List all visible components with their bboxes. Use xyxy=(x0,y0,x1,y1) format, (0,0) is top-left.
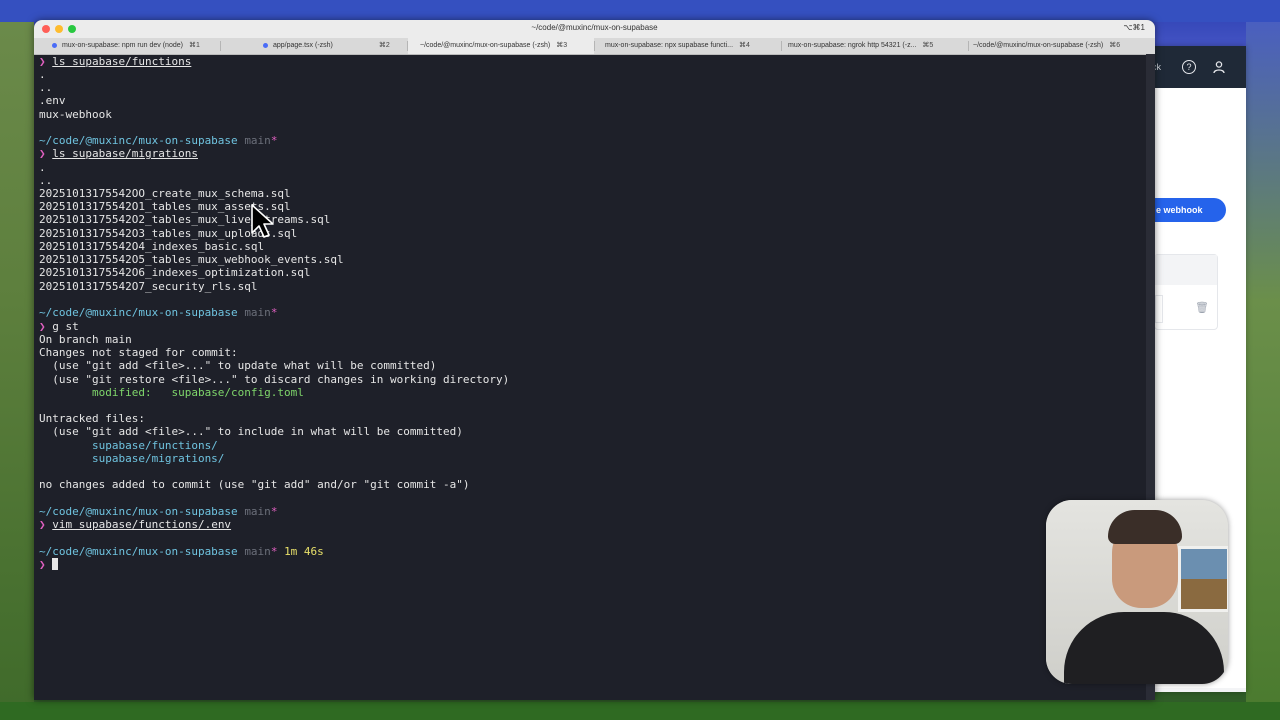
output-line: 20251013175542O4_indexes_basic.sql xyxy=(39,240,265,253)
output-line: (use "git restore <file>..." to discard … xyxy=(39,373,510,386)
wall-picture xyxy=(1178,546,1228,612)
tab-1[interactable]: mux-on-supabase: npm run dev (node) ⌘1 xyxy=(34,38,220,54)
tab-bar: mux-on-supabase: npm run dev (node) ⌘1 ap… xyxy=(34,38,1155,55)
help-icon[interactable]: ? xyxy=(1182,60,1196,74)
tab-label: mux-on-supabase: npm run dev (node) xyxy=(61,42,183,49)
tab-label: app/page.tsx (-zsh) xyxy=(272,42,333,49)
prompt-path-line: ~/code/@muxinc/mux-on-supabase main* xyxy=(39,505,277,518)
window-shortcut: ⌥⌘1 xyxy=(1123,23,1145,32)
desktop-wallpaper-top xyxy=(0,0,1280,22)
prompt-branch: main xyxy=(244,545,271,558)
card-header xyxy=(1155,255,1217,285)
presenter-hair xyxy=(1108,510,1182,544)
desktop-wallpaper-left xyxy=(0,22,34,720)
modified-file: supabase/config.toml xyxy=(171,386,304,399)
user-icon[interactable] xyxy=(1212,60,1226,74)
output-line: mux-webhook xyxy=(39,108,112,121)
command-text: g st xyxy=(52,320,79,333)
command-text: ls supabase/functions xyxy=(52,55,192,68)
output-line: (use "git add <file>..." to include in w… xyxy=(39,425,463,438)
prompt-path: ~/code/@muxinc/mux-on-supabase xyxy=(39,306,238,319)
trash-icon[interactable]: 🗑 xyxy=(1195,301,1209,314)
browser-header: ck ? xyxy=(1140,46,1246,88)
webhook-card: 🗑 xyxy=(1154,254,1218,330)
tab-label: ~/code/@muxinc/mux-on-supabase (-zsh) xyxy=(973,42,1104,49)
untracked-file: supabase/functions/ xyxy=(39,439,218,452)
command-line: ❯ ls supabase/functions xyxy=(39,55,191,68)
output-line: no changes added to commit (use "git add… xyxy=(39,478,470,491)
tab-3[interactable]: ~/code/@muxinc/mux-on-supabase (-zsh) ⌘3 xyxy=(408,38,594,54)
output-line: .env xyxy=(39,94,66,107)
output-line: 20251013175542O6_indexes_optimization.sq… xyxy=(39,266,311,279)
prompt-branch: main xyxy=(244,306,271,319)
prompt-branch: main xyxy=(244,505,271,518)
prompt-path-line: ~/code/@muxinc/mux-on-supabase main* xyxy=(39,134,277,147)
output-line: .. xyxy=(39,174,53,187)
prompt-symbol: ❯ xyxy=(39,518,46,531)
modified-line: modified: supabase/config.toml xyxy=(39,386,304,399)
webcam-overlay xyxy=(1046,500,1228,684)
prompt-symbol: ❯ xyxy=(39,558,46,571)
prompt-path: ~/code/@muxinc/mux-on-supabase xyxy=(39,134,238,147)
window-title: ~/code/@muxinc/mux-on-supabase xyxy=(531,23,658,32)
prompt-symbol: ❯ xyxy=(39,320,46,333)
desktop-wallpaper-right xyxy=(1246,22,1280,720)
tab-shortcut: ⌘4 xyxy=(739,42,750,49)
tab-activity-dot xyxy=(52,42,57,48)
tab-4[interactable]: mux-on-supabase: npx supabase functi... ⌘… xyxy=(595,38,781,54)
tab-label: mux-on-supabase: ngrok http 54321 (-z... xyxy=(788,42,917,49)
output-line: 20251013175542O2_tables_mux_live_streams… xyxy=(39,213,331,226)
prompt-path: ~/code/@muxinc/mux-on-supabase xyxy=(39,545,238,558)
command-line: ❯ ls supabase/migrations xyxy=(39,147,198,160)
command-text: vim supabase/functions/.env xyxy=(52,518,232,531)
mouse-pointer-icon xyxy=(251,204,274,238)
tab-5[interactable]: mux-on-supabase: ngrok http 54321 (-z...… xyxy=(782,38,968,54)
tab-2[interactable]: app/page.tsx (-zsh) ⌘2 xyxy=(221,38,407,54)
output-line: 20251013175542O5_tables_mux_webhook_even… xyxy=(39,253,344,266)
tab-6[interactable]: ~/code/@muxinc/mux-on-supabase (-zsh) ⌘6 xyxy=(969,38,1155,54)
output-line: Changes not staged for commit: xyxy=(39,346,238,359)
command-text: ls supabase/migrations xyxy=(52,147,198,160)
tab-shortcut: ⌘2 xyxy=(378,42,390,49)
picture-sky xyxy=(1181,549,1227,579)
output-line: 20251013175542O7_security_rls.sql xyxy=(39,280,258,293)
tab-activity-dot xyxy=(263,42,268,48)
tab-shortcut: ⌘3 xyxy=(556,42,568,49)
prompt-path: ~/code/@muxinc/mux-on-supabase xyxy=(39,505,238,518)
output-line: . xyxy=(39,68,46,81)
prompt-symbol: ❯ xyxy=(39,55,46,68)
prompt-branch: main xyxy=(244,134,271,147)
output-line: Untracked files: xyxy=(39,412,145,425)
tab-shortcut: ⌘5 xyxy=(922,42,934,49)
output-line: . xyxy=(39,161,46,174)
output-line: On branch main xyxy=(39,333,132,346)
prompt-path-line: ~/code/@muxinc/mux-on-supabase main* xyxy=(39,306,277,319)
output-line: (use "git add <file>..." to update what … xyxy=(39,359,437,372)
command-line: ❯ g st xyxy=(39,320,79,333)
command-duration: 1m 46s xyxy=(284,545,324,558)
output-line: .. xyxy=(39,81,53,94)
terminal-window: ~/code/@muxinc/mux-on-supabase ⌥⌘1 mux-o… xyxy=(34,20,1155,700)
card-input[interactable] xyxy=(1155,295,1163,323)
tab-shortcut: ⌘6 xyxy=(1109,42,1121,49)
modified-label: modified: xyxy=(39,386,172,399)
prompt-path-line: ~/code/@muxinc/mux-on-supabase main* 1m … xyxy=(39,545,324,558)
command-line: ❯ vim supabase/functions/.env xyxy=(39,518,231,531)
prompt-dirty: * xyxy=(270,134,278,147)
terminal-output[interactable]: ❯ ls supabase/functions . .. .env mux-we… xyxy=(34,54,1146,700)
desktop-wallpaper-bottom xyxy=(0,702,1280,720)
tab-shortcut: ⌘1 xyxy=(188,42,200,49)
tab-label: ~/code/@muxinc/mux-on-supabase (-zsh) xyxy=(420,42,551,49)
text-cursor xyxy=(52,558,59,570)
prompt-dirty: * xyxy=(270,545,278,558)
prompt-symbol: ❯ xyxy=(39,147,46,160)
active-prompt-line[interactable]: ❯ xyxy=(39,558,59,571)
tab-label: mux-on-supabase: npx supabase functi... xyxy=(605,42,734,49)
prompt-dirty: * xyxy=(270,306,278,319)
untracked-file: supabase/migrations/ xyxy=(39,452,225,465)
prompt-dirty: * xyxy=(270,505,278,518)
output-line: 20251013175542OO_create_mux_schema.sql xyxy=(39,187,291,200)
title-bar: ~/code/@muxinc/mux-on-supabase ⌥⌘1 xyxy=(34,20,1155,38)
